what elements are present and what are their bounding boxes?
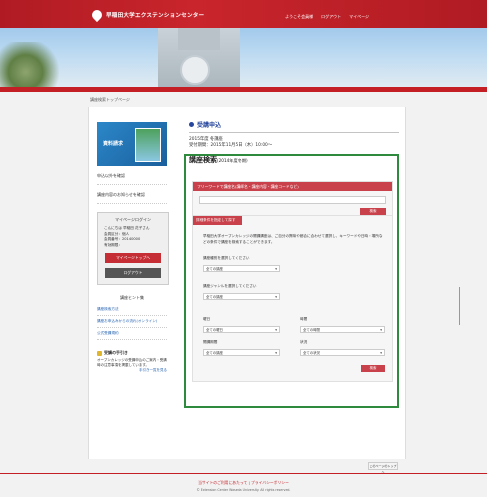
status-label: 状況 [300, 340, 308, 344]
course-search-title-text: 講座検索 [189, 156, 217, 164]
time-select[interactable]: 全ての時間 [300, 326, 385, 334]
footer-links[interactable]: 当サイトのご利用にあたって | プライバシーポリシー [0, 480, 487, 486]
period-label: 開講期間 [203, 340, 218, 344]
heading-divider [189, 132, 399, 133]
time-label: 時間 [300, 317, 308, 321]
info-link[interactable]: 公式受講規約 [97, 328, 167, 340]
mypage-button[interactable]: マイページトップへ [105, 253, 161, 263]
breadcrumb[interactable]: 講座検索トップページ [90, 97, 130, 103]
brochure-request-banner[interactable]: 資料請求 [97, 122, 167, 166]
brand-logo[interactable]: 早稲田大学エクステンションセンター [89, 7, 205, 23]
guide-box: 受講の手引き オープンカレッジの受講申込のご案内・受講時の注意事項を掲載していま… [97, 350, 167, 373]
main-heading: 受講申込 [189, 120, 399, 129]
info-link[interactable]: 講座お申込みからの流れ(オンライン) [97, 316, 167, 328]
detail-bar: 詳細条件を指定して探す [193, 216, 242, 225]
main-heading-text: 受講申込 [197, 122, 222, 129]
genre-label: 講座ジャンルを選択してください [203, 284, 257, 288]
keyword-bar: フリーワードで講座名(講師名・講座内容・講座コードなど) [193, 182, 392, 191]
keyword-input[interactable] [199, 196, 386, 204]
application-period: 受付期間：2015年11月5日（木）10:00〜 [189, 143, 273, 148]
day-select[interactable]: 全ての曜日 [203, 326, 280, 334]
info-box: 講座ヒント集 講座検索方法 講座お申込みからの流れ(オンライン) 公式受講規約 [97, 295, 167, 340]
building-image-top [178, 28, 220, 50]
tree-image [0, 42, 64, 92]
login-line: 有効期限： [104, 242, 122, 247]
header-link-welcome: ようこそ会員様 [285, 14, 314, 19]
header-link-mypage[interactable]: マイページ [349, 14, 369, 20]
header-links: ようこそ会員様 ログアウト マイページ [285, 14, 369, 20]
category-select[interactable]: 全ての講座 [203, 265, 280, 273]
content-area: 資料請求 申込以外を確認 講座内容のお知らせを確認 マイページログイン こんにち… [88, 107, 406, 459]
guide-title-text: 受講の手引き [104, 350, 128, 355]
info-link[interactable]: 講座検索方法 [97, 304, 167, 316]
main-heading-area: 受講申込 2015年度 冬講座 受付期間：2015年11月5日（木）10:00〜 [189, 120, 399, 149]
page-top-button[interactable]: このページのトップへ [368, 462, 398, 474]
login-box: マイページログイン こんにちは 早稲田 花子さん 会員区分：個人 会員番号：20… [97, 212, 169, 285]
banner-label: 資料請求 [103, 141, 124, 147]
detail-search-panel: 詳細条件を指定して探す 早稲田大学オープンカレッジの開講講座は、ご自分の興味や都… [192, 215, 393, 382]
header-bar [0, 0, 487, 28]
logo-icon [89, 7, 105, 23]
guide-title: 受講の手引き [97, 350, 167, 356]
copyright: © Extension Center Waseda University. Al… [196, 488, 291, 492]
info-title: 講座ヒント集 [120, 295, 144, 300]
detail-description: 早稲田大学オープンカレッジの開講講座は、ご自分の興味や都合に合わせて選択し、キー… [203, 234, 383, 244]
footer: 当サイトのご利用にあたって | プライバシーポリシー © Extension C… [0, 473, 487, 497]
period-select[interactable]: 全ての講座 [203, 349, 280, 357]
course-search-title: 講座検索(2014年度冬期) [189, 155, 248, 165]
guide-link[interactable]: 手引き一覧を見る [97, 368, 167, 373]
sidebar: 資料請求 申込以外を確認 講座内容のお知らせを確認 マイページログイン こんにち… [97, 122, 169, 373]
status-select[interactable]: 全ての状況 [300, 349, 385, 357]
login-title: マイページログイン [115, 217, 151, 222]
sidebar-link-notices[interactable]: 講座内容のお知らせを確認 [97, 185, 167, 204]
genre-select[interactable]: 全ての講座 [203, 293, 280, 301]
brand-name: 早稲田大学エクステンションセンター [106, 13, 205, 19]
side-divider [459, 287, 460, 325]
detail-search-button[interactable]: 検索 [361, 365, 385, 372]
header-divider [0, 87, 487, 92]
category-label: 講座種別を選択してください [203, 256, 250, 260]
guide-desc: オープンカレッジの受講申込のご案内・受講時の注意事項を掲載しています。 [97, 358, 167, 367]
page: 早稲田大学エクステンションセンター ようこそ会員様 ログアウト マイページ 講座… [0, 0, 487, 497]
course-search-subtitle: (2014年度冬期) [217, 158, 248, 163]
day-label: 曜日 [203, 317, 211, 321]
keyword-search-button[interactable]: 検索 [360, 208, 386, 215]
brochure-image [135, 128, 161, 162]
guide-icon [97, 350, 102, 356]
header-hero: 早稲田大学エクステンションセンター ようこそ会員様 ログアウト マイページ [0, 0, 487, 92]
clock-image [180, 55, 210, 85]
header-link-logout[interactable]: ログアウト [321, 14, 341, 20]
bullet-icon [189, 122, 194, 127]
sidebar-link-applications[interactable]: 申込以外を確認 [97, 166, 167, 185]
logout-button[interactable]: ログアウト [105, 268, 161, 278]
